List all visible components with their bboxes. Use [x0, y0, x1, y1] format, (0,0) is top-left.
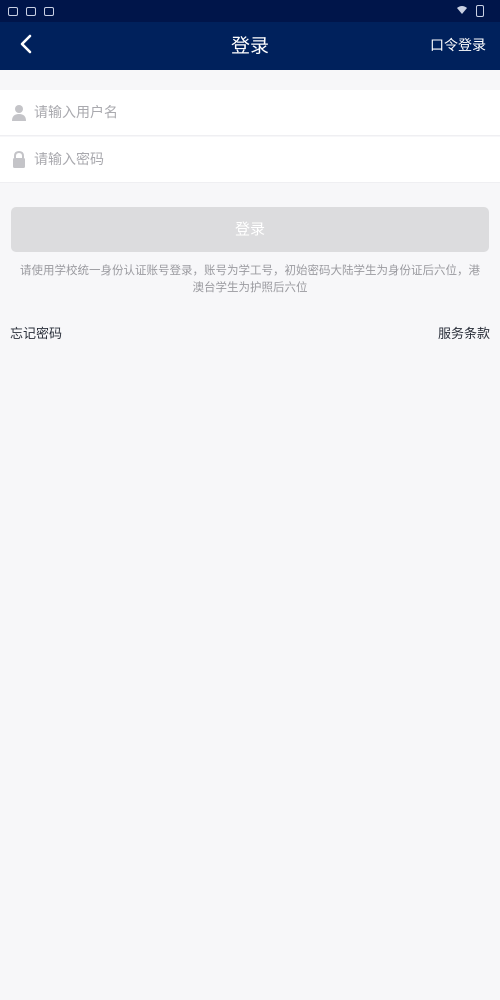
wifi-icon	[456, 5, 468, 18]
status-bar-left	[8, 6, 54, 16]
forgot-password-link[interactable]: 忘记密码	[10, 323, 62, 342]
battery-icon	[476, 5, 484, 17]
terms-link[interactable]: 服务条款	[438, 323, 490, 342]
password-field[interactable]	[0, 137, 500, 183]
token-login-button[interactable]: 口令登录	[430, 22, 486, 70]
notification-icon-2	[26, 6, 36, 16]
back-button[interactable]	[10, 30, 42, 62]
login-hint: 请使用学校统一身份认证账号登录，账号为学工号，初始密码大陆学生为身份证后六位，港…	[20, 263, 480, 294]
notification-icon-3	[44, 6, 54, 16]
login-button[interactable]: 登录	[11, 207, 489, 252]
nav-bar: 登录 口令登录	[0, 22, 500, 70]
status-bar-right	[456, 5, 492, 18]
chevron-left-icon	[19, 34, 33, 58]
page-title: 登录	[230, 35, 269, 57]
user-icon	[10, 104, 28, 122]
lock-icon	[10, 151, 28, 169]
username-input[interactable]	[34, 104, 454, 121]
password-input[interactable]	[34, 151, 454, 168]
notification-icon	[8, 6, 18, 16]
status-bar	[0, 0, 500, 22]
username-field[interactable]	[0, 90, 500, 136]
